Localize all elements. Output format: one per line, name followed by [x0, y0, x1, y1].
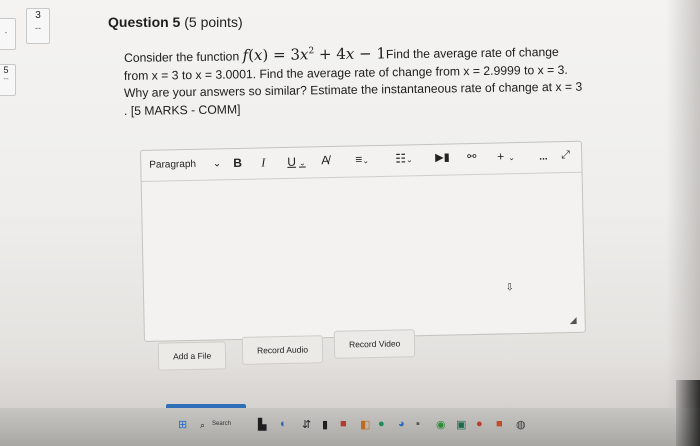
taskbar	[0, 408, 700, 446]
chevron-down-icon: ⌄	[298, 158, 306, 168]
more-options-button[interactable]: ...	[539, 150, 548, 164]
app-icon[interactable]: ▮	[322, 418, 328, 431]
insert-button[interactable]: + ⌄	[497, 149, 515, 165]
taskbar-search-label[interactable]: Search	[212, 421, 231, 427]
answer-editor: Paragraph ⌄ B I U ⌄ A̸ ≡⌄ ☷⌄ ▶▮ ⚯ + ⌄ ... …	[140, 140, 586, 342]
paragraph-select[interactable]: Paragraph ⌄	[149, 157, 221, 173]
app-dark-icon[interactable]: ◍	[516, 418, 526, 431]
media-icon[interactable]: ▶▮	[435, 151, 450, 165]
chrome-icon[interactable]: ◉	[436, 418, 446, 431]
nav-tile-5[interactable]: 5 --	[0, 64, 16, 96]
windows-start-icon[interactable]: ⊞	[178, 418, 187, 431]
chat-icon[interactable]: ◐	[280, 418, 287, 430]
record-video-button[interactable]: Record Video	[333, 329, 416, 359]
app-red-icon[interactable]: ■	[340, 418, 347, 430]
nav-tile-number: 3	[35, 10, 41, 21]
nav-tile-prev-top[interactable]: -	[0, 18, 16, 50]
italic-button[interactable]: I	[261, 155, 265, 169]
nav-tile-dash: --	[35, 23, 41, 33]
question-line1: Find the average rate of change	[385, 44, 559, 62]
underline-button[interactable]: U ⌄	[287, 155, 306, 171]
screen: - 3 -- 5 -- Question 5 (5 points) Consid…	[0, 0, 700, 446]
text-color-icon[interactable]: A̸	[321, 153, 329, 167]
nav-tile-dash: --	[3, 74, 9, 83]
chevron-down-icon: ⌄	[212, 158, 222, 170]
search-icon[interactable]: ⌕	[200, 420, 205, 431]
terminal-icon[interactable]: ▪	[416, 418, 420, 430]
resize-handle-icon[interactable]: ◢	[570, 315, 577, 326]
store-icon[interactable]: ■	[496, 418, 503, 430]
opera-icon[interactable]: ●	[476, 418, 483, 430]
add-file-button[interactable]: Add a File	[157, 341, 227, 371]
app-blue-icon[interactable]: ◕	[398, 418, 405, 430]
nav-tile-current[interactable]: 3 --	[26, 8, 50, 44]
cursor-icon: ⇩	[505, 282, 515, 294]
link-icon[interactable]: ⚯	[467, 150, 477, 164]
record-audio-button[interactable]: Record Audio	[241, 335, 324, 365]
question-number: Question 5	[108, 14, 181, 30]
question-lead: Consider the function	[123, 49, 240, 65]
dropbox-icon[interactable]: ⇵	[302, 418, 311, 431]
fullscreen-icon[interactable]: ⤢	[561, 148, 570, 162]
edge-icon[interactable]: ●	[378, 418, 385, 430]
question-title: Question 5 (5 points)	[108, 14, 243, 30]
chevron-down-icon: ⌄	[508, 153, 516, 163]
align-icon[interactable]: ≡⌄	[355, 152, 369, 168]
answer-text-area[interactable]: ⇩ ◢	[142, 173, 585, 341]
excel-icon[interactable]: ▣	[456, 418, 466, 431]
task-view-icon[interactable]: ▙	[258, 418, 266, 431]
list-icon[interactable]: ☷⌄	[395, 151, 413, 167]
explorer-icon[interactable]: ◧	[360, 418, 370, 431]
function-expression: f(x) = 3x2 + 4x − 1	[242, 44, 387, 65]
question-text: Consider the function f(x) = 3x2 + 4x − …	[123, 44, 594, 120]
question-points: (5 points)	[184, 14, 243, 30]
bold-button[interactable]: B	[233, 156, 242, 170]
